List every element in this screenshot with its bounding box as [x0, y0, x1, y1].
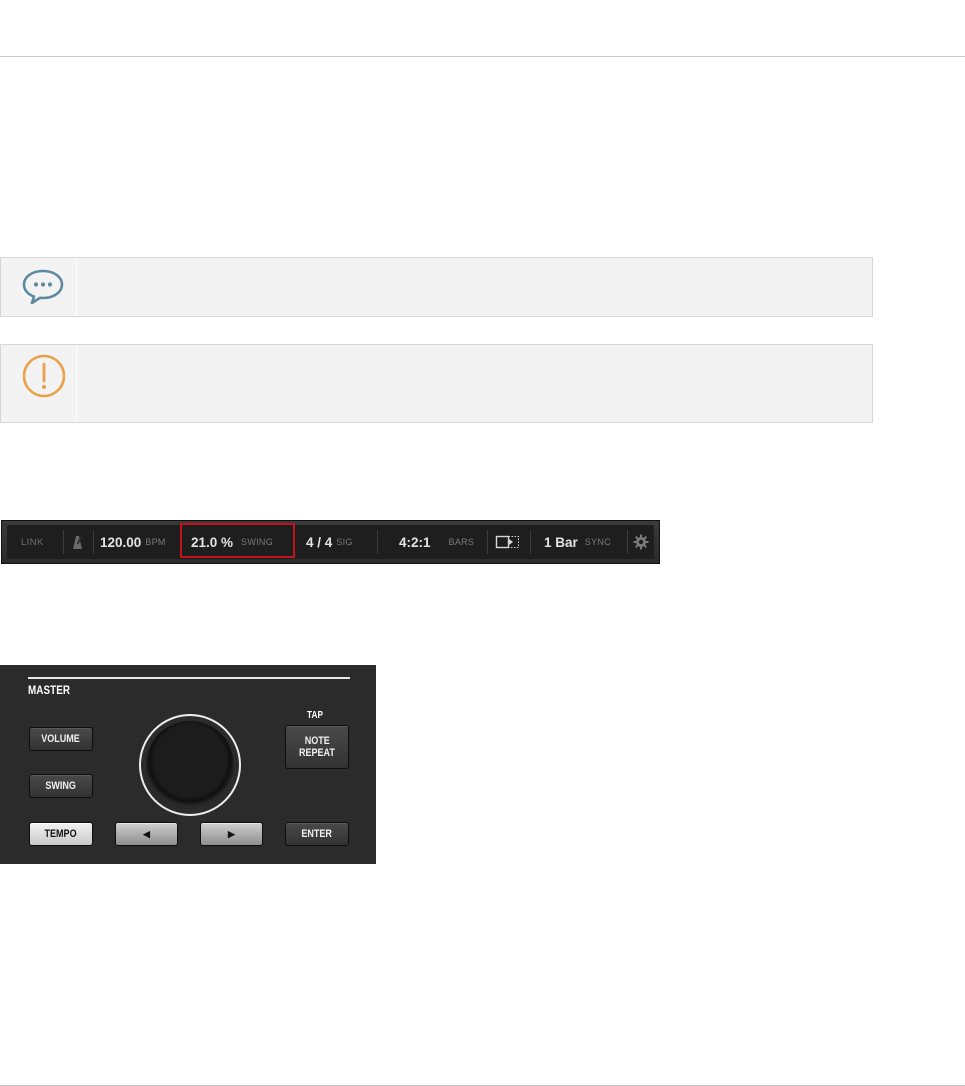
control-encoder-knob[interactable] [146, 721, 234, 809]
gear-icon [633, 534, 649, 550]
position-value: 4:2:1 [399, 534, 431, 550]
signature-display[interactable]: 4 / 4 SIG [306, 525, 353, 559]
tempo-button[interactable]: TEMPO [29, 822, 93, 846]
link-button[interactable]: LINK [21, 525, 44, 559]
note-repeat-label-line2: REPEAT [299, 747, 335, 759]
swing-highlight-box [180, 523, 295, 558]
top-rule [0, 56, 965, 57]
sync-value: 1 Bar [544, 534, 578, 550]
speech-bubble-icon [22, 269, 64, 305]
sync-display[interactable]: 1 Bar SYNC [544, 525, 611, 559]
tip-callout [0, 257, 873, 317]
right-arrow-icon: ▶ [228, 828, 235, 839]
header-divider [530, 530, 531, 554]
header-divider [63, 530, 64, 554]
software-header-bar: LINK 120.00 BPM 21.0 % SWING 4 / 4 SIG 4… [1, 520, 660, 564]
link-label: LINK [21, 536, 44, 548]
volume-button-label: VOLUME [41, 733, 81, 745]
right-arrow-button[interactable]: ▶ [200, 822, 263, 846]
sync-unit: SYNC [584, 537, 611, 547]
signature-unit: SIG [336, 537, 353, 547]
metronome-button[interactable] [69, 525, 85, 559]
header-divider [487, 530, 488, 554]
tap-label: TAP [307, 710, 324, 721]
header-divider [93, 530, 94, 554]
signature-value: 4 / 4 [306, 534, 333, 550]
swing-button-label: SWING [45, 780, 77, 792]
header-divider [627, 530, 628, 554]
exclamation-circle-icon [22, 354, 66, 398]
volume-button[interactable]: VOLUME [29, 727, 93, 751]
left-arrow-icon: ◀ [143, 828, 150, 839]
header-inner: LINK 120.00 BPM 21.0 % SWING 4 / 4 SIG 4… [7, 525, 654, 559]
master-label: MASTER [28, 683, 71, 697]
left-arrow-button[interactable]: ◀ [115, 822, 178, 846]
tempo-value: 120.00 [100, 534, 142, 550]
tempo-button-label: TEMPO [44, 828, 78, 840]
enter-button-label: ENTER [301, 828, 333, 840]
header-divider [377, 530, 378, 554]
swing-button[interactable]: SWING [29, 774, 93, 798]
tip-icon-column [1, 258, 77, 316]
enter-button[interactable]: ENTER [285, 822, 349, 846]
note-repeat-label-line1: NOTE [304, 735, 330, 747]
section-divider-line [28, 677, 350, 679]
controller-master-section: MASTER TAP VOLUME SWING TEMPO NOTE REPEA… [0, 665, 376, 864]
note-repeat-button[interactable]: NOTE REPEAT [285, 725, 349, 769]
metronome-icon [73, 536, 82, 549]
follow-button[interactable] [495, 525, 521, 559]
follow-playhead-icon [495, 535, 519, 549]
tempo-display[interactable]: 120.00 BPM [100, 525, 166, 559]
warning-callout [0, 344, 873, 423]
position-display[interactable]: 4:2:1 BARS [399, 525, 474, 559]
tempo-unit: BPM [145, 537, 166, 547]
warning-icon-column [1, 345, 77, 422]
settings-button[interactable] [633, 525, 649, 559]
position-unit: BARS [448, 537, 475, 547]
